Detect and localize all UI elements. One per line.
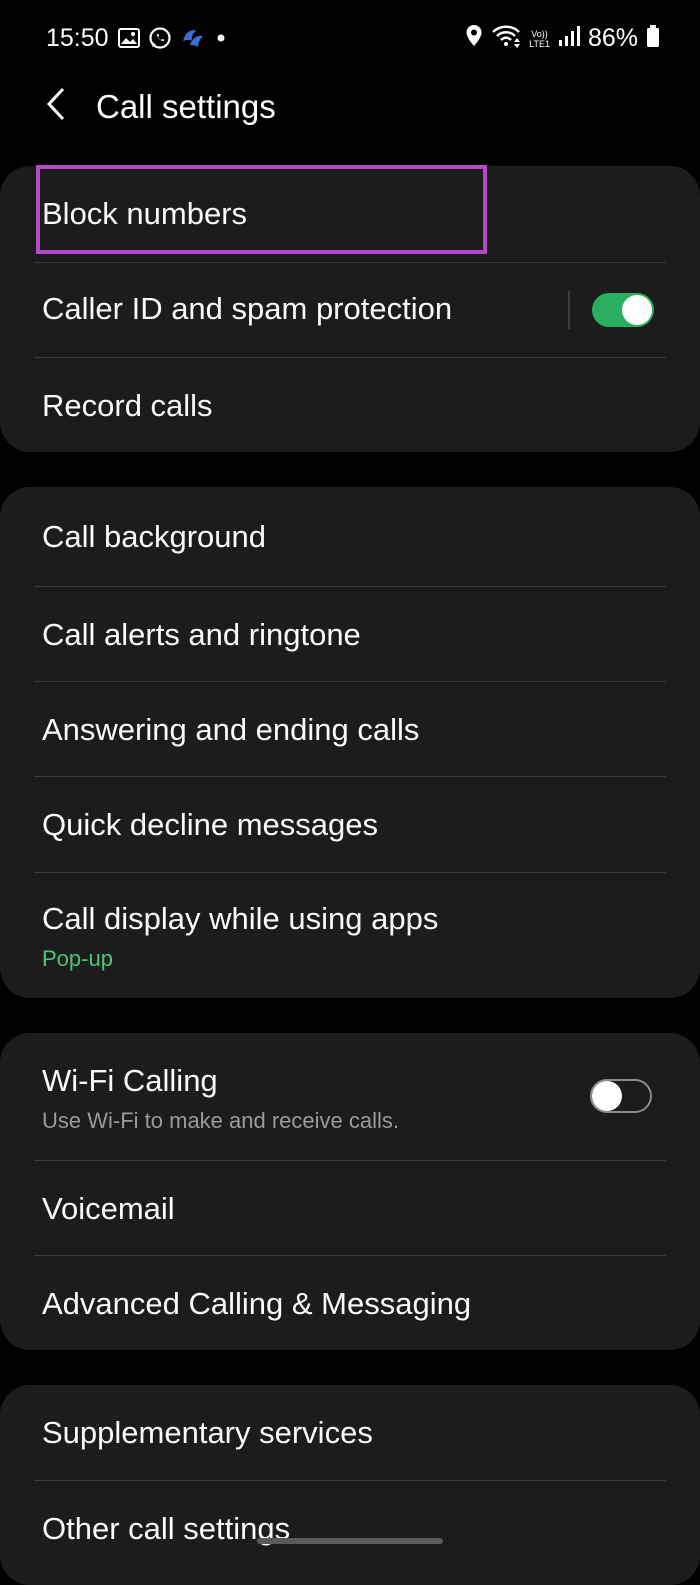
quick-decline-messages-item[interactable]: Quick decline messages: [0, 777, 700, 872]
quick-decline-messages-label: Quick decline messages: [42, 807, 378, 842]
vertical-separator: [568, 291, 570, 329]
dot-icon: [214, 31, 228, 50]
caller-id-spam-item[interactable]: Caller ID and spam protection: [0, 263, 700, 358]
answering-ending-calls-label: Answering and ending calls: [42, 712, 420, 747]
voicemail-item[interactable]: Voicemail: [0, 1161, 700, 1255]
caller-id-spam-toggle[interactable]: [592, 293, 654, 327]
whatsapp-icon: [148, 26, 172, 55]
wifi-icon: [491, 24, 521, 53]
volte-icon: Vo)) LTE1: [529, 29, 550, 49]
supplementary-services-item[interactable]: Supplementary services: [0, 1385, 700, 1480]
settings-group-1: Block numbers Caller ID and spam protect…: [0, 166, 700, 452]
home-indicator[interactable]: [257, 1538, 443, 1544]
wifi-calling-item[interactable]: Wi-Fi Calling Use Wi-Fi to make and rece…: [0, 1033, 700, 1160]
toggle-knob: [622, 295, 652, 325]
settings-group-3: Wi-Fi Calling Use Wi-Fi to make and rece…: [0, 1033, 700, 1350]
voicemail-label: Voicemail: [42, 1191, 175, 1226]
status-bar: 15:50 Vo)) LTE1 86%: [0, 0, 700, 80]
back-button[interactable]: [34, 84, 78, 128]
call-display-apps-item[interactable]: Call display while using apps Pop-up: [0, 873, 700, 998]
gallery-icon: [118, 28, 140, 53]
record-calls-item[interactable]: Record calls: [0, 358, 700, 452]
supplementary-services-label: Supplementary services: [42, 1415, 373, 1450]
volte-label: Vo)): [531, 28, 548, 39]
wifi-calling-label: Wi-Fi Calling: [42, 1063, 218, 1098]
caller-id-spam-label: Caller ID and spam protection: [42, 291, 453, 326]
call-display-apps-value: Pop-up: [42, 946, 113, 971]
other-call-settings-label: Other call settings: [42, 1511, 291, 1546]
call-background-label: Call background: [42, 519, 267, 554]
settings-group-2: Call background Call alerts and ringtone…: [0, 487, 700, 998]
app-notification-icon: [180, 27, 206, 54]
battery-percent: 86%: [587, 24, 638, 52]
toggle-knob: [592, 1081, 622, 1111]
settings-group-4: Supplementary services Other call settin…: [0, 1385, 700, 1585]
block-numbers-item[interactable]: Block numbers: [0, 166, 700, 262]
lte-label: LTE1: [529, 38, 550, 49]
notification-icons: [118, 26, 228, 55]
wifi-calling-description: Use Wi-Fi to make and receive calls.: [42, 1108, 399, 1133]
app-header: Call settings: [0, 78, 700, 138]
call-background-item[interactable]: Call background: [0, 487, 700, 586]
advanced-calling-messaging-item[interactable]: Advanced Calling & Messaging: [0, 1256, 700, 1350]
page-title: Call settings: [96, 88, 276, 125]
answering-ending-calls-item[interactable]: Answering and ending calls: [0, 682, 700, 776]
call-alerts-ringtone-label: Call alerts and ringtone: [42, 617, 361, 652]
signal-icon: [558, 25, 580, 52]
wifi-calling-toggle[interactable]: [590, 1079, 652, 1113]
system-icons: Vo)) LTE1 86%: [465, 24, 660, 53]
battery-icon: [646, 24, 660, 53]
chevron-left-icon: [44, 86, 68, 127]
status-time: 15:50: [46, 24, 109, 52]
other-call-settings-item[interactable]: Other call settings: [0, 1481, 700, 1576]
call-display-apps-label: Call display while using apps: [42, 901, 439, 936]
location-icon: [465, 24, 483, 53]
advanced-calling-messaging-label: Advanced Calling & Messaging: [42, 1286, 472, 1321]
call-alerts-ringtone-item[interactable]: Call alerts and ringtone: [0, 587, 700, 681]
block-numbers-label: Block numbers: [42, 196, 248, 231]
record-calls-label: Record calls: [42, 388, 213, 423]
